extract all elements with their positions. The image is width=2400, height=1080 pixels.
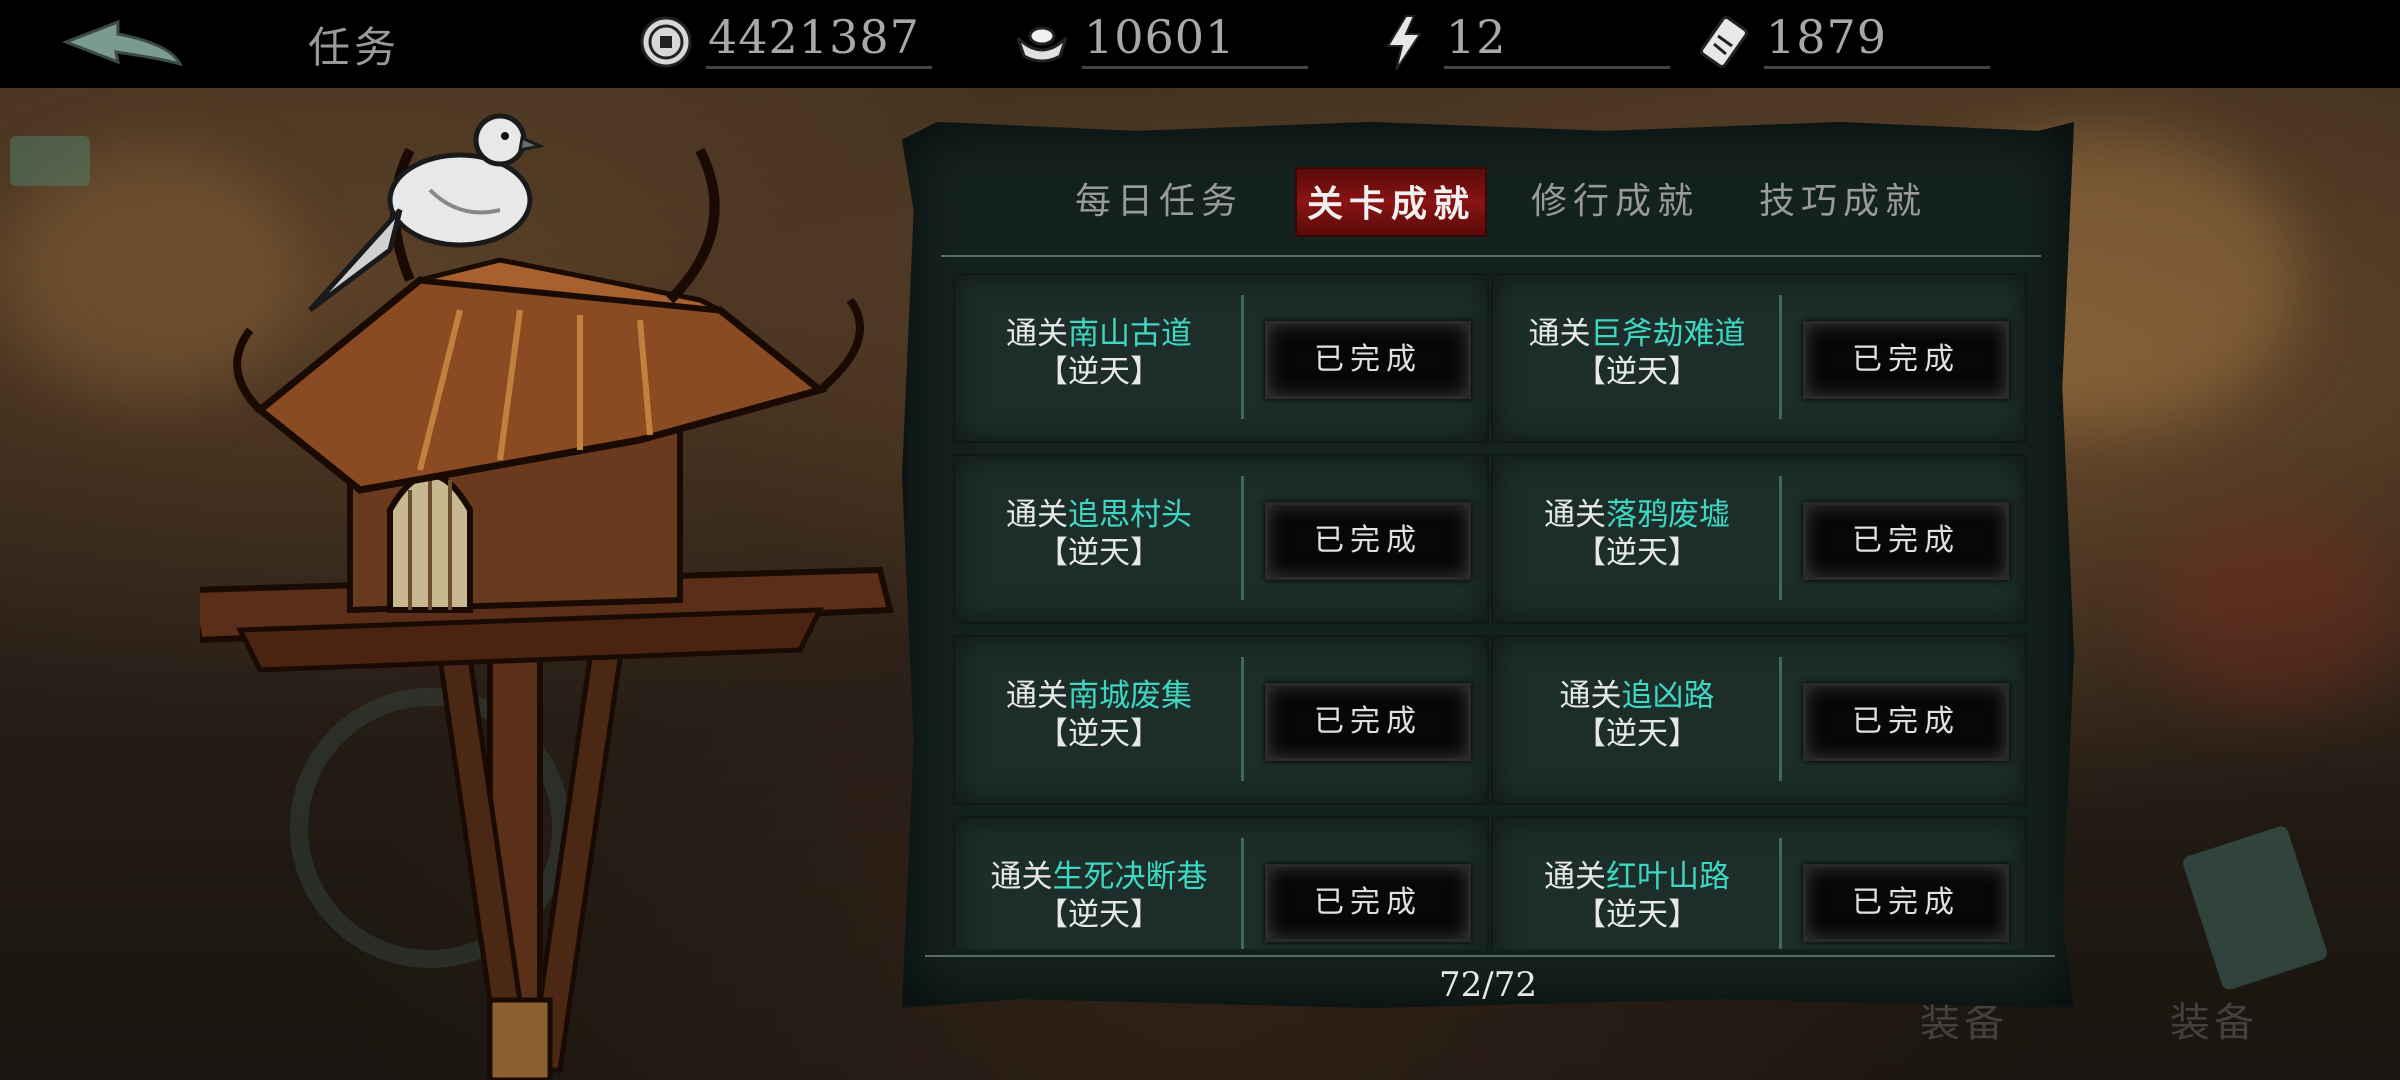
ticket-icon [1699, 16, 1749, 68]
divider [1241, 838, 1244, 949]
achievement-label: 通关红叶山路 【逆天】 [1544, 859, 1730, 933]
achievement-label: 通关南城废集 【逆天】 [1006, 678, 1192, 752]
underline [1082, 66, 1308, 69]
completed-button[interactable]: 已完成 [1265, 864, 1471, 942]
achievement-card: 通关追凶路 【逆天】 已完成 [1491, 635, 2027, 805]
difficulty: 【逆天】 [1575, 354, 1699, 390]
difficulty: 【逆天】 [1037, 716, 1161, 752]
progress-counter: 72/72 [1439, 965, 1537, 1005]
completed-button[interactable]: 已完成 [1803, 502, 2009, 580]
tab-daily-tasks[interactable]: 每日任务 [1075, 167, 1243, 237]
divider [925, 955, 2055, 957]
achievement-card: 通关落鸦废墟 【逆天】 已完成 [1491, 454, 2027, 624]
tab-bar: 每日任务 关卡成就 修行成就 技巧成就 [905, 167, 2071, 237]
achievement-card: 通关生死决断巷 【逆天】 已完成 [953, 816, 1489, 949]
silver-ingot-icon [1016, 26, 1068, 63]
lightning-icon [1386, 15, 1422, 70]
divider [1779, 476, 1782, 600]
skill-item-icon [2181, 824, 2329, 992]
difficulty: 【逆天】 [1575, 716, 1699, 752]
divider [1779, 657, 1782, 781]
achievement-card: 通关巨斧劫难道 【逆天】 已完成 [1491, 273, 2027, 443]
sign-icon [10, 136, 90, 186]
tab-skill-achievements[interactable]: 技巧成就 [1759, 167, 1927, 237]
difficulty: 【逆天】 [1037, 897, 1161, 933]
underline [1764, 66, 1990, 69]
difficulty: 【逆天】 [1575, 897, 1699, 933]
pigeon-house-illustration [200, 113, 894, 1080]
difficulty: 【逆天】 [1037, 354, 1161, 390]
stage-name: 红叶山路 [1606, 859, 1730, 895]
achievement-card: 通关红叶山路 【逆天】 已完成 [1491, 816, 2027, 949]
achievement-card: 通关追思村头 【逆天】 已完成 [953, 454, 1489, 624]
top-bar: 任务 4421387 10601 12 1879 [0, 0, 2400, 88]
task-panel: 每日任务 关卡成就 修行成就 技巧成就 通关南山古道 【逆天】 已完成 通关巨斧劫… [902, 122, 2074, 1008]
achievement-label: 通关追凶路 【逆天】 [1559, 678, 1715, 752]
coin-icon [640, 16, 692, 68]
completed-button[interactable]: 已完成 [1265, 683, 1471, 761]
completed-button[interactable]: 已完成 [1803, 683, 2009, 761]
divider [1241, 476, 1244, 600]
back-button[interactable] [58, 14, 188, 74]
divider [941, 255, 2041, 257]
completed-button[interactable]: 已完成 [1265, 321, 1471, 399]
achievement-label: 通关巨斧劫难道 【逆天】 [1528, 316, 1746, 390]
stage-name: 巨斧劫难道 [1590, 316, 1746, 352]
underline [706, 66, 932, 69]
difficulty: 【逆天】 [1037, 535, 1161, 571]
achievement-label: 通关生死决断巷 【逆天】 [990, 859, 1208, 933]
coin-amount: 4421387 [708, 10, 920, 64]
stage-name: 生死决断巷 [1052, 859, 1208, 895]
achievement-label: 通关落鸦废墟 【逆天】 [1544, 497, 1730, 571]
silver-amount: 10601 [1084, 10, 1236, 64]
background-button-label: 装备 [2170, 1000, 2258, 1046]
stage-name: 追凶路 [1621, 678, 1715, 714]
difficulty: 【逆天】 [1575, 535, 1699, 571]
achievement-list[interactable]: 通关南山古道 【逆天】 已完成 通关巨斧劫难道 【逆天】 已完成 通关追思村头 【逆天… [953, 273, 2027, 949]
divider [1241, 657, 1244, 781]
ticket-amount: 1879 [1766, 10, 1888, 64]
achievement-label: 通关追思村头 【逆天】 [1006, 497, 1192, 571]
page-title: 任务 [308, 23, 401, 72]
completed-button[interactable]: 已完成 [1803, 321, 2009, 399]
back-arrow-icon [61, 19, 183, 67]
stage-name: 追思村头 [1068, 497, 1192, 533]
divider [1779, 295, 1782, 419]
divider [1241, 295, 1244, 419]
stage-name: 落鸦废墟 [1606, 497, 1730, 533]
stage-name: 南城废集 [1068, 678, 1192, 714]
stage-name: 南山古道 [1068, 316, 1192, 352]
divider [1779, 838, 1782, 949]
tab-cultivation-achievements[interactable]: 修行成就 [1531, 167, 1699, 237]
completed-button[interactable]: 已完成 [1265, 502, 1471, 580]
achievement-card: 通关南城废集 【逆天】 已完成 [953, 635, 1489, 805]
achievement-label: 通关南山古道 【逆天】 [1006, 316, 1192, 390]
energy-amount: 12 [1446, 10, 1507, 64]
underline [1444, 66, 1670, 69]
tab-stage-achievements[interactable]: 关卡成就 [1295, 167, 1488, 237]
achievement-card: 通关南山古道 【逆天】 已完成 [953, 273, 1489, 443]
completed-button[interactable]: 已完成 [1803, 864, 2009, 942]
